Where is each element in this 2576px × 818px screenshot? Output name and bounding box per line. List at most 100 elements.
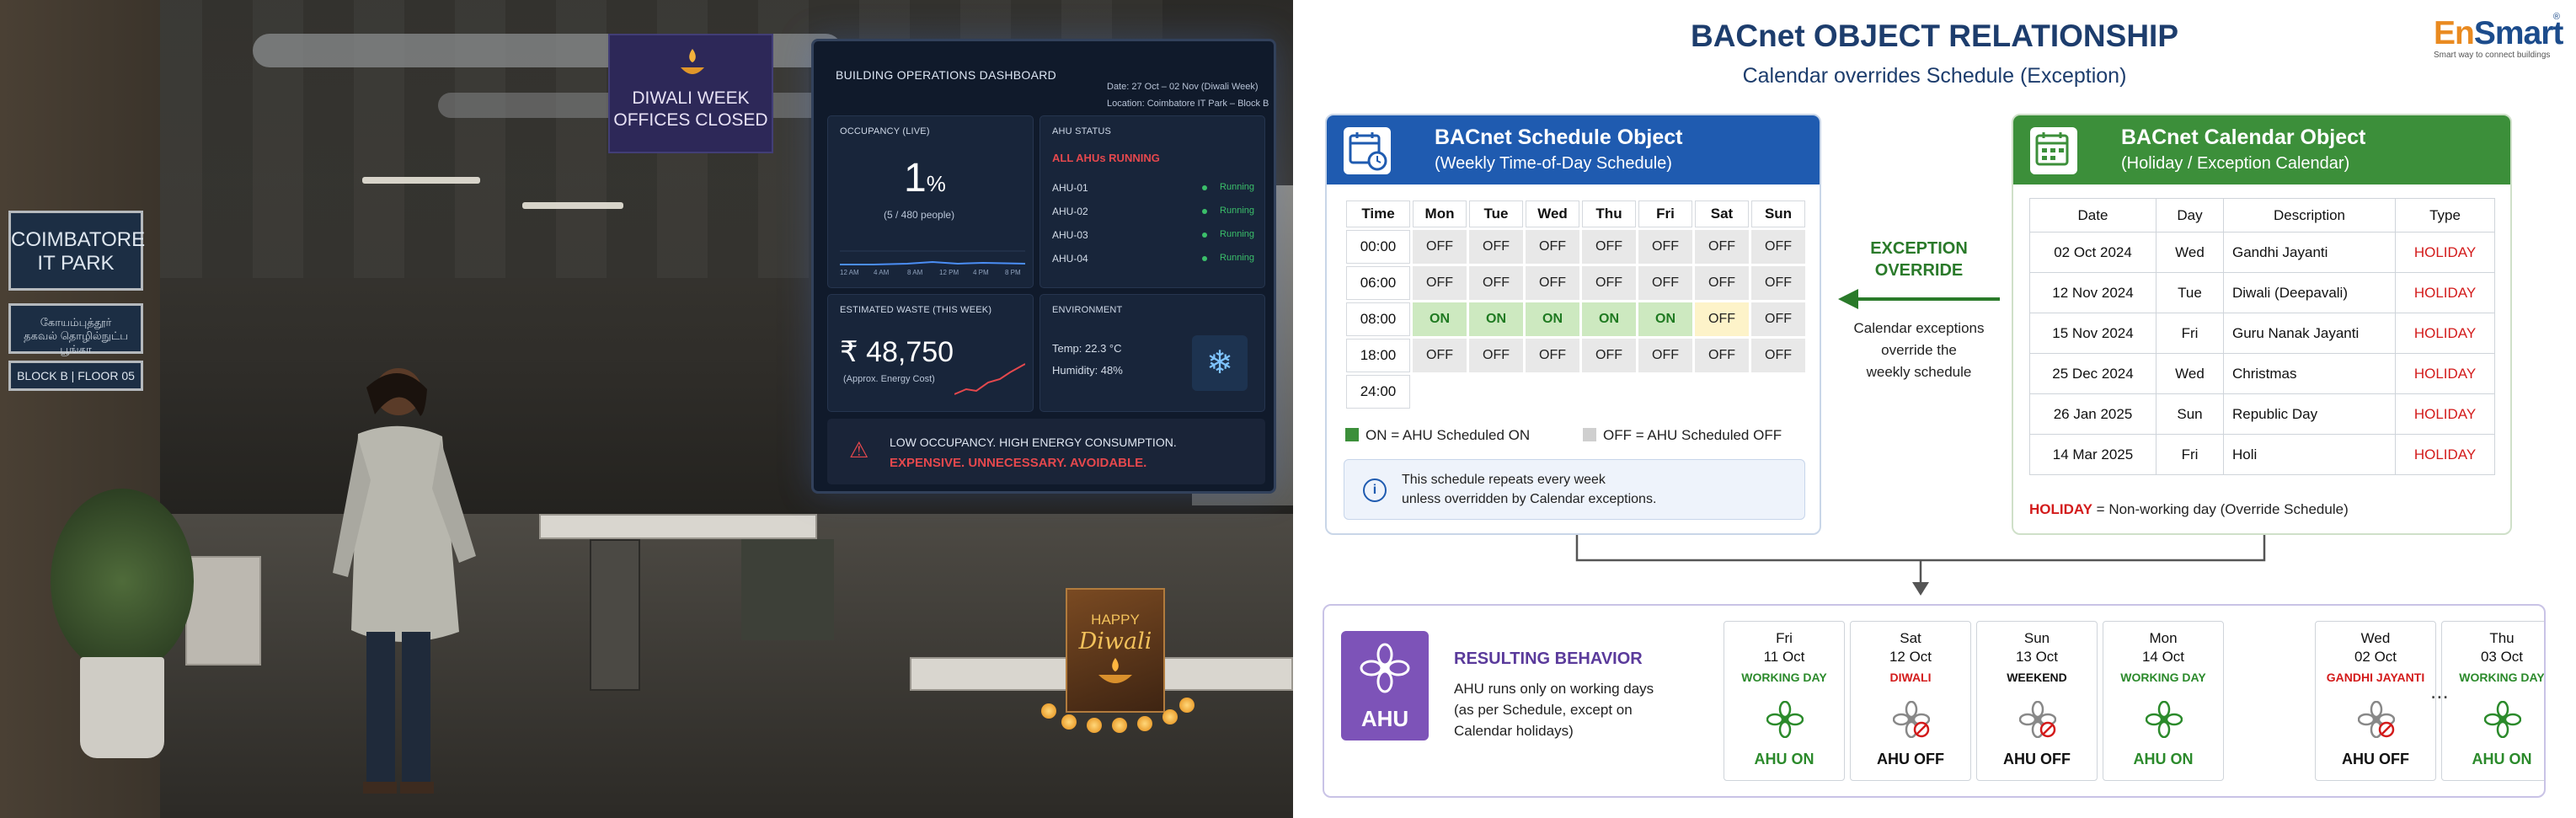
result-title: RESULTING BEHAVIOR bbox=[1454, 650, 1643, 668]
day-cell: Sun bbox=[2156, 393, 2224, 435]
card-label: ENVIRONMENT bbox=[1052, 305, 1123, 315]
day-name: Wed bbox=[2360, 630, 2391, 646]
column-header: Tue bbox=[1469, 200, 1523, 227]
marigold-icon bbox=[1087, 718, 1102, 733]
exception-desc: Calendar exceptions bbox=[1853, 320, 1985, 336]
day-status: WORKING DAY bbox=[1741, 671, 1827, 684]
time-cell: 24:00 bbox=[1346, 375, 1410, 409]
env-temp: Temp: 22.3 °C bbox=[1052, 342, 1122, 355]
schedule-cell: OFF bbox=[1751, 230, 1805, 264]
marigold-icon bbox=[1162, 709, 1178, 724]
day-date: 14 Oct bbox=[2141, 649, 2185, 665]
date-cell: 25 Dec 2024 bbox=[2029, 353, 2156, 394]
schedule-object-panel: BACnet Schedule Object (Weekly Time-of-D… bbox=[1325, 114, 1821, 535]
dashboard-title: BUILDING OPERATIONS DASHBOARD bbox=[836, 68, 1057, 82]
waste-value: ₹ 48,750 bbox=[840, 336, 954, 368]
marigold-icon bbox=[1137, 716, 1152, 731]
column-header: Time bbox=[1346, 200, 1410, 227]
schedule-cell: OFF bbox=[1695, 230, 1749, 264]
ahu-state: AHU OFF bbox=[1877, 751, 1944, 767]
schedule-row: 24:00 bbox=[1346, 375, 1805, 409]
marigold-icon bbox=[1061, 714, 1077, 730]
left-arrow-icon bbox=[1838, 289, 2000, 309]
calendar-row: 25 Dec 2024 Wed Christmas HOLIDAY bbox=[2029, 353, 2495, 394]
legend-off: OFF = AHU Scheduled OFF bbox=[1583, 427, 1782, 444]
calendar-body: 02 Oct 2024 Wed Gandhi Jayanti HOLIDAY 12 No… bbox=[2029, 232, 2495, 475]
day-status: GANDHI JAYANTI bbox=[2326, 671, 2425, 684]
day-card: Wed 02 Oct GANDHI JAYANTI AHU OFF bbox=[2315, 621, 2436, 781]
calendar-row: 26 Jan 2025 Sun Republic Day HOLIDAY bbox=[2029, 393, 2495, 435]
happy-diwali-card: HAPPY Diwali bbox=[1066, 588, 1165, 713]
ahu-state: Running bbox=[1220, 253, 1254, 263]
description-cell: Guru Nanak Jayanti bbox=[2223, 313, 2396, 354]
column-header: Sat bbox=[1695, 200, 1749, 227]
status-dot-icon bbox=[1202, 209, 1207, 214]
day-cell: Fri bbox=[2156, 313, 2224, 354]
time-cell: 06:00 bbox=[1346, 266, 1410, 300]
day-cell: Wed bbox=[2156, 353, 2224, 394]
floor-sign: BLOCK B | FLOOR 05 bbox=[8, 361, 143, 391]
axis-tick: 8 AM bbox=[907, 269, 923, 276]
schedule-row: 06:00 OFF OFF OFF OFF OFF OFF OFF bbox=[1346, 266, 1805, 300]
schedule-cell: OFF bbox=[1413, 266, 1467, 300]
occupancy-unit: % bbox=[926, 171, 946, 196]
ahu-state: AHU ON bbox=[1754, 751, 1814, 767]
schedule-row: 00:00 OFF OFF OFF OFF OFF OFF OFF bbox=[1346, 230, 1805, 264]
fan-off-icon bbox=[2019, 701, 2056, 738]
time-cell: 08:00 bbox=[1346, 302, 1410, 336]
ahu-state: Running bbox=[1220, 182, 1254, 192]
type-cell: HOLIDAY bbox=[2395, 393, 2495, 435]
day-name: Thu bbox=[2489, 630, 2515, 646]
ahu-name: AHU-03 bbox=[1052, 229, 1088, 241]
fan-off-icon bbox=[2358, 701, 2395, 738]
column-header: Description bbox=[2223, 198, 2396, 233]
infographic-title: BACnet OBJECT RELATIONSHIP bbox=[1690, 19, 2178, 53]
desc-line: Calendar holidays) bbox=[1454, 723, 1574, 739]
schedule-cell: OFF bbox=[1413, 339, 1467, 372]
exception-override: EXCEPTION OVERRIDE Calendar exceptions o… bbox=[1835, 238, 2003, 382]
schedule-cell: ON bbox=[1638, 302, 1692, 336]
card-label: ESTIMATED WASTE (THIS WEEK) bbox=[840, 305, 992, 315]
type-cell: HOLIDAY bbox=[2395, 232, 2495, 273]
exception-title: OVERRIDE bbox=[1874, 261, 1964, 280]
schedule-cell: OFF bbox=[1582, 266, 1636, 300]
occupancy-sub: (5 / 480 people) bbox=[884, 209, 955, 221]
schedule-row: 18:00 OFF OFF OFF OFF OFF OFF OFF bbox=[1346, 339, 1805, 372]
ahu-status-card: AHU STATUS ALL AHUs RUNNING AHU-01 Runnin… bbox=[1039, 115, 1265, 288]
fan-on-icon bbox=[2484, 701, 2521, 738]
day-name: Sat bbox=[1900, 630, 1921, 646]
schedule-cell: OFF bbox=[1751, 266, 1805, 300]
ellipsis: ... bbox=[2430, 678, 2449, 703]
schedule-header: BACnet Schedule Object (Weekly Time-of-D… bbox=[1327, 115, 1820, 184]
schedule-cell: OFF bbox=[1751, 339, 1805, 372]
connector-arrow bbox=[1575, 535, 2266, 596]
calendar-title: BACnet Calendar Object bbox=[2121, 126, 2366, 149]
day-card: Mon 14 Oct WORKING DAY AHU ON bbox=[2103, 621, 2224, 781]
ahu-fan-tile: AHU bbox=[1341, 631, 1429, 740]
ahu-state: Running bbox=[1220, 206, 1254, 216]
ahu-row: AHU-02 Running bbox=[1052, 206, 1254, 217]
schedule-cell: OFF bbox=[1469, 266, 1523, 300]
description-cell: Gandhi Jayanti bbox=[2223, 232, 2396, 273]
ahu-row: AHU-04 Running bbox=[1052, 253, 1254, 265]
schedule-cell: ON bbox=[1582, 302, 1636, 336]
ahu-state: AHU ON bbox=[2133, 751, 2194, 767]
day-name: Mon bbox=[2149, 630, 2178, 646]
diya-lamp-icon bbox=[681, 49, 704, 74]
woman-figure bbox=[333, 368, 476, 794]
environment-card: ENVIRONMENT Temp: 22.3 °C Humidity: 48% … bbox=[1039, 294, 1265, 412]
card-label: AHU STATUS bbox=[1052, 126, 1112, 136]
axis-tick: 8 PM bbox=[1005, 269, 1021, 276]
date-cell: 12 Nov 2024 bbox=[2029, 272, 2156, 313]
sign-line: IT PARK bbox=[37, 252, 115, 275]
occupancy-card: OCCUPANCY (LIVE) 1% (5 / 480 people) 12 … bbox=[827, 115, 1034, 288]
description-cell: Diwali (Deepavali) bbox=[2223, 272, 2396, 313]
composite-image: COIMBATORE IT PARK கோயம்புத்தூர் தகவல் த… bbox=[0, 0, 2576, 818]
registered-mark: ® bbox=[2552, 12, 2560, 22]
column-header: Sun bbox=[1751, 200, 1805, 227]
status-dot-icon bbox=[1202, 185, 1207, 190]
day-cell: Wed bbox=[2156, 232, 2224, 273]
office-photo: COIMBATORE IT PARK கோயம்புத்தூர் தகவல் த… bbox=[0, 0, 1293, 818]
axis-tick: 12 PM bbox=[939, 269, 959, 276]
schedule-cell: OFF bbox=[1695, 266, 1749, 300]
